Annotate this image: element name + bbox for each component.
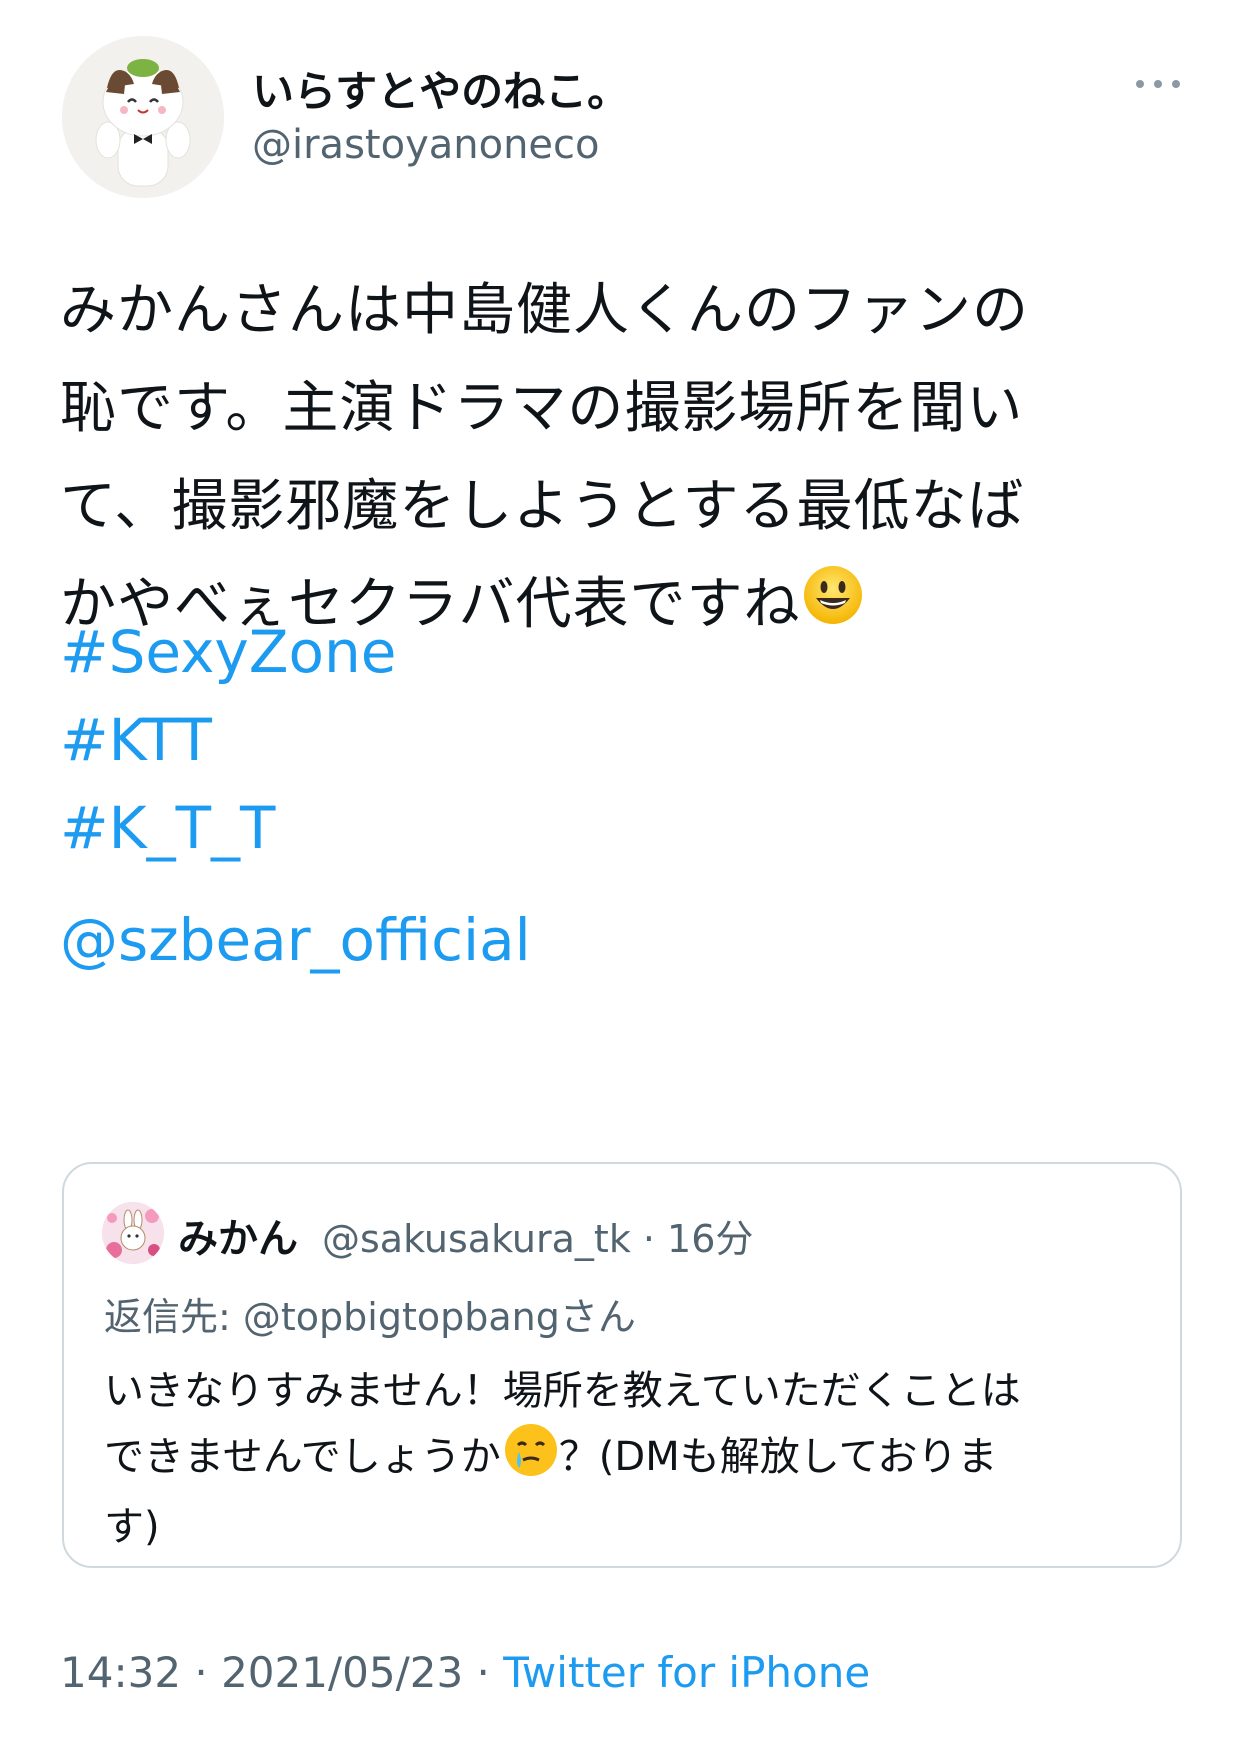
- quoted-author-avatar[interactable]: [102, 1202, 164, 1264]
- hashtag-link[interactable]: #SexyZone: [60, 618, 396, 686]
- tweet-source-link[interactable]: Twitter for iPhone: [503, 1648, 870, 1697]
- author-avatar[interactable]: [62, 36, 224, 198]
- reply-to-line: 返信先: @topbigtopbangさん: [104, 1286, 636, 1341]
- hashtag-link[interactable]: #K_T_T: [60, 794, 276, 862]
- author-display-name[interactable]: いらすとやのねこ。: [252, 58, 629, 119]
- tweet-text-line: みかんさんは中島健人くんのファンの: [60, 278, 1029, 343]
- tweet-text: みかんさんは中島健人くんのファンの 恥です。主演ドラマの撮影場所を聞い て、撮影…: [60, 262, 1190, 657]
- quoted-tweet-text: いきなりすみません！場所を教えていただくことは できませんでしょうか ？(DMも…: [104, 1360, 1144, 1558]
- tweet-text-line: て、撮影邪魔をしようとする最低なば: [60, 474, 1025, 539]
- tweet-timestamp[interactable]: 14:32 · 2021/05/23 ·: [60, 1648, 503, 1697]
- mention-link[interactable]: @szbear_official: [60, 906, 531, 974]
- quoted-text-line-with-emoji: できませんでしょうか ？(DMも解放しておりま: [104, 1422, 1144, 1496]
- quoted-text-line: できませんでしょうか: [104, 1434, 501, 1480]
- author-handle[interactable]: @irastoyanoneco: [252, 122, 600, 168]
- more-options-button[interactable]: [1128, 66, 1188, 102]
- quoted-author-name[interactable]: みかん: [178, 1206, 298, 1264]
- quoted-text-line: ？(DMも解放しておりま: [558, 1434, 998, 1480]
- reply-to-handle[interactable]: @topbigtopbangさん: [243, 1295, 636, 1339]
- quoted-text-line: す): [104, 1504, 160, 1550]
- cat-plush-avatar-icon: [62, 36, 224, 198]
- quoted-text-line: いきなりすみません！場所を教えていただくことは: [104, 1368, 1021, 1414]
- more-dots-icon: [1136, 80, 1180, 88]
- reply-to-label: 返信先:: [104, 1295, 243, 1339]
- bunny-flower-avatar-icon: [102, 1202, 164, 1264]
- quoted-tweet-card[interactable]: みかん @sakusakura_tk · 16分 返信先: @topbigtop…: [62, 1162, 1182, 1568]
- smiley-face-emoji-icon: [802, 559, 864, 657]
- tweet-footer: 14:32 · 2021/05/23 · Twitter for iPhone: [60, 1648, 870, 1697]
- hashtag-link[interactable]: #KTT: [60, 706, 212, 774]
- crying-smile-emoji-icon: [503, 1422, 559, 1496]
- tweet-text-line: 恥です。主演ドラマの撮影場所を聞い: [60, 376, 1024, 441]
- quoted-author-meta: @sakusakura_tk · 16分: [322, 1217, 754, 1261]
